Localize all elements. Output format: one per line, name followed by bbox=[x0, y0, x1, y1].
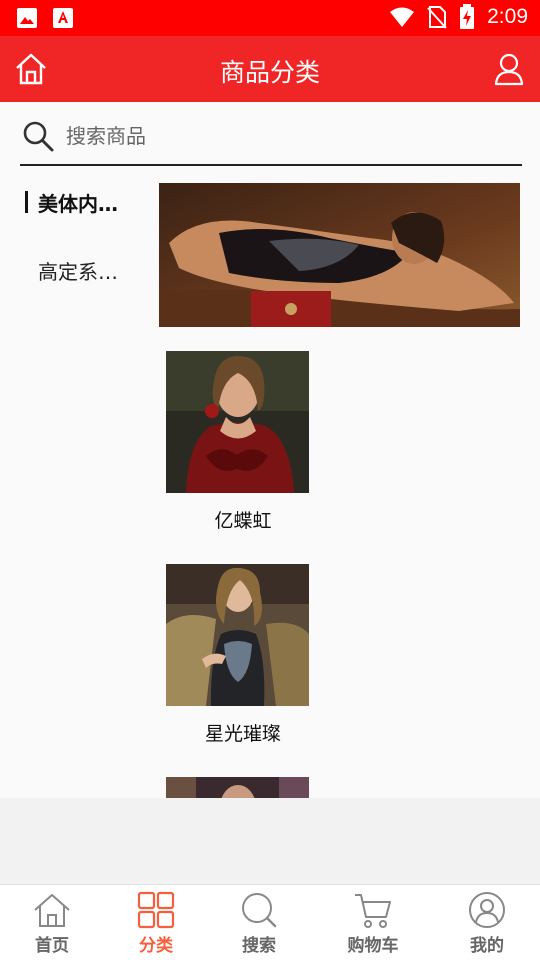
home-icon bbox=[34, 894, 70, 927]
search-icon bbox=[242, 893, 277, 928]
banner-photo bbox=[159, 183, 520, 327]
image-notification-icon bbox=[17, 8, 37, 28]
search-icon[interactable] bbox=[22, 120, 54, 152]
product-photo bbox=[166, 351, 309, 493]
tab-category[interactable]: 分类 bbox=[106, 885, 206, 960]
bottom-tab-bar: 首页 分类 搜索 购物车 我的 bbox=[0, 884, 540, 960]
product-image[interactable] bbox=[166, 777, 309, 798]
search-bar bbox=[20, 114, 522, 166]
tab-label: 购物车 bbox=[347, 936, 399, 956]
tab-label: 首页 bbox=[35, 936, 69, 956]
tab-label: 我的 bbox=[470, 936, 504, 956]
status-time: 2:09 bbox=[487, 5, 528, 28]
tab-home[interactable]: 首页 bbox=[2, 885, 102, 960]
category-content: 美体内… 高定系… bbox=[0, 102, 540, 798]
battery-charging-icon bbox=[460, 4, 475, 29]
page-title: 商品分类 bbox=[219, 58, 320, 87]
category-item-body-lingerie[interactable]: 美体内… bbox=[0, 184, 150, 252]
app-notification-icon bbox=[53, 8, 73, 28]
tab-search[interactable]: 搜索 bbox=[209, 885, 309, 960]
header-bar: 商品分类 bbox=[0, 36, 540, 102]
product-image[interactable] bbox=[166, 351, 309, 493]
tab-label: 搜索 bbox=[242, 936, 276, 956]
user-icon bbox=[494, 53, 524, 86]
tab-cart[interactable]: 购物车 bbox=[323, 885, 423, 960]
tab-profile[interactable]: 我的 bbox=[437, 885, 537, 960]
tab-label: 分类 bbox=[139, 936, 173, 956]
category-item-couture[interactable]: 高定系… bbox=[0, 252, 150, 320]
search-input[interactable] bbox=[66, 118, 506, 154]
user-icon bbox=[469, 892, 505, 928]
wifi-icon bbox=[390, 7, 415, 27]
cart-icon bbox=[355, 894, 391, 928]
product-name: 亿蝶虹 bbox=[214, 510, 272, 532]
category-label: 美体内… bbox=[38, 192, 118, 216]
category-label: 高定系… bbox=[38, 260, 118, 284]
product-photo bbox=[166, 777, 309, 798]
status-bar: 2:09 bbox=[0, 0, 540, 36]
product-photo bbox=[166, 564, 309, 706]
product-image[interactable] bbox=[166, 564, 309, 706]
profile-button[interactable] bbox=[494, 52, 524, 86]
active-indicator bbox=[25, 191, 28, 213]
grid-icon bbox=[137, 891, 175, 929]
category-list: 美体内… 高定系… bbox=[0, 184, 150, 320]
no-sim-icon bbox=[427, 6, 447, 29]
product-name: 星光璀璨 bbox=[204, 723, 281, 745]
category-banner-image[interactable] bbox=[159, 183, 520, 327]
